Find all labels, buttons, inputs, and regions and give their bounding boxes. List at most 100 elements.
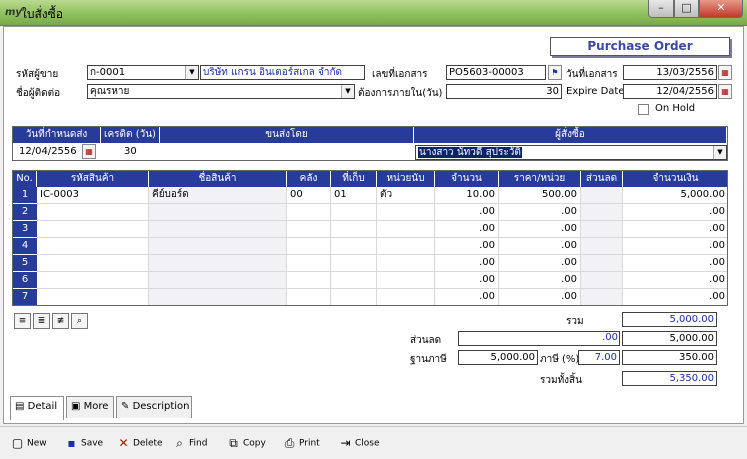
grid-cell-qty[interactable]: .00 — [435, 204, 499, 221]
grid-cell-amount[interactable]: .00 — [623, 221, 727, 238]
grid-cell-code[interactable] — [37, 238, 149, 255]
calendar-icon[interactable]: ▦ — [718, 84, 732, 99]
vat-rate-field[interactable]: 7.00 — [578, 350, 620, 365]
grid-cell-qty[interactable]: .00 — [435, 238, 499, 255]
grid-cell-unit[interactable] — [377, 255, 435, 272]
minimize-button[interactable]: – — [648, 0, 674, 18]
search-icon[interactable]: ⌕ — [71, 313, 88, 329]
need-days-field[interactable]: 30 — [446, 84, 562, 99]
grid-cell-name[interactable] — [149, 221, 287, 238]
grid-cell-loc[interactable] — [331, 238, 377, 255]
grid-cell-unit[interactable] — [377, 272, 435, 289]
contact-select[interactable]: คุณรหาย ▼ — [87, 84, 355, 99]
save-button[interactable]: ▪ Save — [64, 431, 103, 455]
grid-cell-amount[interactable]: .00 — [623, 289, 727, 305]
delete-button[interactable]: ✕ Delete — [116, 431, 162, 455]
calendar-icon[interactable]: ▦ — [82, 144, 96, 159]
grid-cell-disc[interactable] — [581, 272, 623, 289]
maximize-button[interactable]: □ — [674, 0, 699, 18]
tab-detail[interactable]: ▤ Detail — [10, 396, 64, 420]
grid-cell-name[interactable] — [149, 272, 287, 289]
grid-cell-disc[interactable] — [581, 221, 623, 238]
row-number[interactable]: 4 — [13, 238, 37, 255]
grid-cell-disc[interactable] — [581, 187, 623, 204]
grid-cell-price[interactable]: .00 — [499, 221, 581, 238]
grid-cell-name[interactable] — [149, 255, 287, 272]
grid-cell-name[interactable]: คีย์บอร์ด — [149, 187, 287, 204]
insert-row-icon[interactable]: ≡ — [14, 313, 31, 329]
grid-cell-qty[interactable]: .00 — [435, 289, 499, 305]
grid-cell-name[interactable] — [149, 204, 287, 221]
grid-cell-wh[interactable] — [287, 221, 331, 238]
vendor-code-select[interactable]: ก-0001 ▼ — [87, 65, 199, 80]
grid-cell-wh[interactable] — [287, 272, 331, 289]
grid-cell-price[interactable]: 500.00 — [499, 187, 581, 204]
grid-cell-code[interactable] — [37, 289, 149, 305]
grid-cell-price[interactable]: .00 — [499, 204, 581, 221]
find-button[interactable]: ⌕ Find — [172, 431, 207, 455]
grid-cell-disc[interactable] — [581, 238, 623, 255]
close-window-button[interactable]: ✕ — [699, 0, 743, 18]
grid-cell-price[interactable]: .00 — [499, 238, 581, 255]
grid-cell-unit[interactable] — [377, 238, 435, 255]
grid-cell-loc[interactable] — [331, 272, 377, 289]
row-number[interactable]: 6 — [13, 272, 37, 289]
row-number[interactable]: 1 — [13, 187, 37, 204]
grid-cell-amount[interactable]: .00 — [623, 238, 727, 255]
grid-cell-code[interactable] — [37, 221, 149, 238]
new-button[interactable]: ▢ New — [10, 431, 47, 455]
row-number[interactable]: 2 — [13, 204, 37, 221]
grid-cell-code[interactable] — [37, 272, 149, 289]
grid-cell-qty[interactable]: .00 — [435, 272, 499, 289]
title-bar[interactable]: my ใบสั่งซื้อ – □ ✕ — [0, 0, 747, 26]
grid-cell-loc[interactable] — [331, 255, 377, 272]
grid-cell-loc[interactable]: 01 — [331, 187, 377, 204]
grid-cell-name[interactable] — [149, 238, 287, 255]
grid-cell-qty[interactable]: 10.00 — [435, 187, 499, 204]
grid-cell-price[interactable]: .00 — [499, 272, 581, 289]
running-man-icon[interactable]: ⚑ — [548, 65, 562, 80]
close-button[interactable]: ⇥ Close — [338, 431, 379, 455]
credit-days-field[interactable]: 30 — [122, 145, 152, 160]
chevron-down-icon[interactable]: ▼ — [185, 66, 198, 79]
grid-cell-loc[interactable] — [331, 204, 377, 221]
grid-cell-name[interactable] — [149, 289, 287, 305]
expire-date-field[interactable]: 12/04/2556 — [623, 84, 717, 99]
vendor-name-field[interactable]: บริษัท แกรน อินเตอร์สเกล จำกัด — [200, 65, 365, 80]
grid-cell-wh[interactable] — [287, 238, 331, 255]
grid-cell-wh[interactable] — [287, 204, 331, 221]
grid-cell-qty[interactable]: .00 — [435, 221, 499, 238]
grid-cell-code[interactable] — [37, 204, 149, 221]
grid-cell-disc[interactable] — [581, 204, 623, 221]
print-button[interactable]: ⎙ Print — [282, 431, 320, 455]
chevron-down-icon[interactable]: ▼ — [341, 85, 354, 98]
grid-cell-unit[interactable] — [377, 221, 435, 238]
grid-cell-amount[interactable]: .00 — [623, 204, 727, 221]
delete-row-icon[interactable]: ≢ — [52, 313, 69, 329]
grid-cell-disc[interactable] — [581, 255, 623, 272]
tax-base-field[interactable]: 5,000.00 — [458, 350, 538, 365]
grid-cell-wh[interactable]: 00 — [287, 187, 331, 204]
grid-cell-unit[interactable]: ตัว — [377, 187, 435, 204]
grid-cell-loc[interactable] — [331, 289, 377, 305]
grid-cell-amount[interactable]: .00 — [623, 272, 727, 289]
doc-no-field[interactable]: PO5603-00003 — [446, 65, 546, 80]
grid-cell-wh[interactable] — [287, 255, 331, 272]
grid-cell-amount[interactable]: 5,000.00 — [623, 187, 727, 204]
row-number[interactable]: 5 — [13, 255, 37, 272]
grid-cell-loc[interactable] — [331, 221, 377, 238]
grid-cell-unit[interactable] — [377, 289, 435, 305]
orderer-select[interactable]: นางสาว นัทวดี สุประวัติ ▼ — [415, 145, 727, 160]
grid-cell-code[interactable] — [37, 255, 149, 272]
on-hold-checkbox[interactable] — [638, 104, 649, 115]
copy-button[interactable]: ⧉ Copy — [226, 431, 266, 455]
row-number[interactable]: 3 — [13, 221, 37, 238]
grid-cell-code[interactable]: IC-0003 — [37, 187, 149, 204]
row-number[interactable]: 7 — [13, 289, 37, 305]
tab-description[interactable]: ✎ Description — [116, 396, 192, 418]
append-row-icon[interactable]: ≣ — [33, 313, 50, 329]
items-grid[interactable]: No. รหัสสินค้า ชื่อสินค้า คลัง ที่เก็บ ห… — [12, 170, 728, 306]
due-date-field[interactable]: 12/04/2556 — [17, 145, 81, 160]
grid-cell-wh[interactable] — [287, 289, 331, 305]
doc-date-field[interactable]: 13/03/2556 — [623, 65, 717, 80]
